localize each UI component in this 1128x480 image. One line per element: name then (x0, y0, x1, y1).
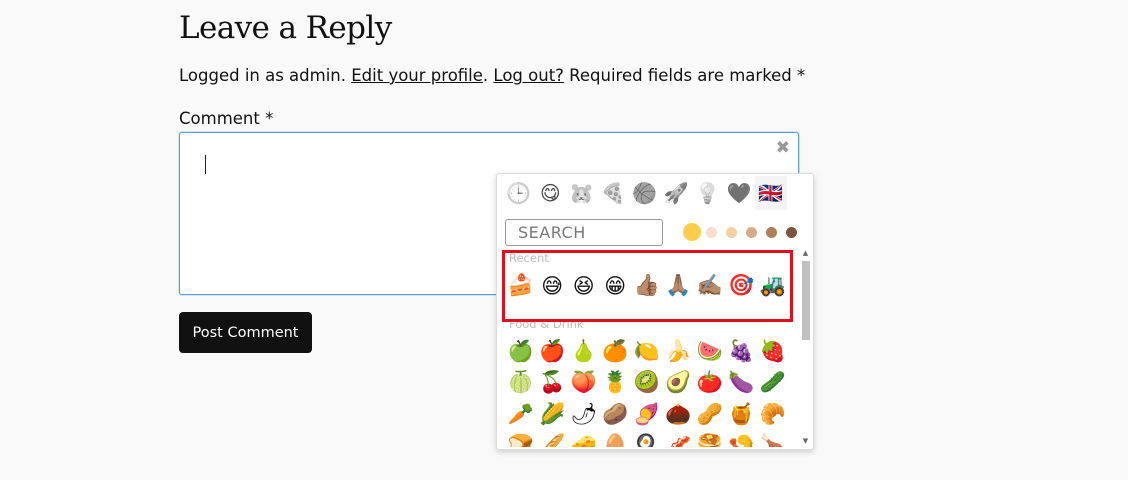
recent-section-label: Recent (509, 251, 549, 265)
emoji-item[interactable]: 🍓 (757, 336, 789, 368)
separator-text: . (482, 66, 494, 85)
emoji-item[interactable]: 🍈 (505, 367, 537, 399)
emoji-scrollbar[interactable]: ▲ ▼ (801, 249, 810, 445)
emoji-item[interactable]: 🍏 (505, 336, 537, 368)
food-emoji-grid: 🍏 🍎 🍐 🍊 🍋 🍌 🍉 🍇 🍓 🍈 🍒 🍑 🍍 🥝 🥑 🍅 🍆 🥒 🥕 🌽 🌶 🥔 🍠 🌰 🥜 🍯 🥐 🍞 🥖 🧀 🥚 🍳 🥓 🥞 🍤 🍗 (505, 336, 803, 447)
category-tab-activities-icon[interactable]: 🏀 (629, 176, 661, 210)
emoji-item[interactable]: 🥖 (537, 430, 569, 447)
emoji-item[interactable]: 🍯 (726, 399, 758, 431)
page-title: Leave a Reply (179, 10, 392, 46)
emoji-item[interactable]: 🥜 (694, 399, 726, 431)
category-tab-food-icon[interactable]: 🍕 (598, 176, 630, 210)
emoji-item[interactable]: 🍠 (631, 399, 663, 431)
emoji-item[interactable]: 🍒 (537, 367, 569, 399)
required-fields-text: Required fields are marked * (563, 66, 806, 85)
logged-in-notice: Logged in as admin. Edit your profile. L… (179, 65, 805, 87)
food-section-label: Food & Drink (509, 316, 584, 331)
emoji-item[interactable]: 🙏🏽 (663, 270, 695, 302)
emoji-item[interactable]: 🍎 (537, 336, 569, 368)
emoji-item[interactable]: 🥝 (631, 367, 663, 399)
category-tab-travel-icon[interactable]: 🚀 (661, 176, 693, 210)
emoji-item[interactable]: 👍🏽 (631, 270, 663, 302)
skin-tone-selector (683, 223, 806, 241)
emoji-item[interactable]: 🍤 (726, 430, 758, 447)
emoji-picker: 🕒😋🐹🍕🏀🚀💡🖤🇬🇧 Recent 🍰😅😆😁👍🏽🙏🏽✍🏽🎯🚜 Food & Dr… (496, 173, 814, 450)
emoji-item[interactable]: 🥚 (600, 430, 632, 447)
skin-tone-6[interactable] (786, 226, 797, 238)
emoji-item[interactable]: 🥓 (663, 430, 695, 447)
close-icon[interactable]: ✖ (776, 138, 790, 158)
emoji-item[interactable]: 🍗 (757, 430, 789, 447)
emoji-item[interactable]: 🍇 (726, 336, 758, 368)
emoji-item[interactable]: 🍌 (663, 336, 695, 368)
skin-tone-2[interactable] (706, 226, 717, 238)
category-tab-recent-icon[interactable]: 🕒 (503, 176, 535, 210)
emoji-item[interactable]: 😁 (600, 270, 632, 302)
emoji-item[interactable]: 🥞 (694, 430, 726, 447)
emoji-item[interactable]: ✍🏽 (694, 270, 726, 302)
emoji-item[interactable]: 🍳 (631, 430, 663, 447)
category-tab-smileys-icon[interactable]: 😋 (535, 176, 567, 210)
emoji-item[interactable]: 🎯 (726, 270, 758, 302)
scroll-down-arrow-icon[interactable]: ▼ (801, 437, 810, 445)
emoji-search-row (505, 219, 805, 247)
emoji-item[interactable]: 😅 (537, 270, 569, 302)
category-tab-symbols-icon[interactable]: 🖤 (724, 176, 756, 210)
emoji-item[interactable]: 🍆 (726, 367, 758, 399)
scrollbar-thumb[interactable] (802, 261, 810, 340)
emoji-item[interactable]: 🍰 (505, 270, 537, 302)
comment-label: Comment * (179, 109, 274, 128)
emoji-item[interactable]: 🍞 (505, 430, 537, 447)
recent-emoji-grid: 🍰 😅 😆 😁 👍🏽 🙏🏽 ✍🏽 🎯 🚜 (505, 270, 803, 302)
category-tab-objects-icon[interactable]: 💡 (692, 176, 724, 210)
logout-link[interactable]: Log out? (493, 66, 564, 85)
skin-tone-5[interactable] (766, 226, 777, 238)
emoji-item[interactable]: 🌶 (568, 399, 600, 431)
emoji-item[interactable]: 🧀 (568, 430, 600, 447)
emoji-item[interactable]: 🥑 (663, 367, 695, 399)
skin-tone-4[interactable] (746, 226, 757, 238)
scroll-up-arrow-icon[interactable]: ▲ (801, 249, 810, 257)
emoji-item[interactable]: 🥒 (757, 367, 789, 399)
emoji-item[interactable]: 🍉 (694, 336, 726, 368)
emoji-item[interactable]: 🌰 (663, 399, 695, 431)
emoji-item[interactable]: 🚜 (757, 270, 789, 302)
emoji-list: Recent 🍰 😅 😆 😁 👍🏽 🙏🏽 ✍🏽 🎯 🚜 Food & Drink 🍏 🍎 🍐 🍊 🍋 🍌 🍉… (503, 251, 803, 447)
category-tab-flags-icon[interactable]: 🇬🇧 (755, 176, 787, 210)
emoji-search-input[interactable] (505, 219, 663, 246)
emoji-item[interactable]: 🌽 (537, 399, 569, 431)
skin-tone-1[interactable] (683, 223, 701, 241)
post-comment-button[interactable]: Post Comment (179, 312, 312, 353)
emoji-item[interactable]: 🍍 (600, 367, 632, 399)
emoji-item[interactable]: 😆 (568, 270, 600, 302)
edit-profile-link[interactable]: Edit your profile (351, 66, 483, 85)
logged-in-text: Logged in as admin. (179, 66, 352, 85)
emoji-item[interactable]: 🍊 (600, 336, 632, 368)
emoji-item[interactable]: 🍋 (631, 336, 663, 368)
emoji-item[interactable]: 🥔 (600, 399, 632, 431)
text-caret (205, 155, 206, 174)
emoji-category-tabs: 🕒 😋 🐹 🍕 🏀 🚀 💡 🖤 🇬🇧 (503, 176, 787, 210)
emoji-item[interactable]: 🍑 (568, 367, 600, 399)
emoji-item[interactable]: 🍅 (694, 367, 726, 399)
emoji-item[interactable]: 🍐 (568, 336, 600, 368)
emoji-item[interactable]: 🥕 (505, 399, 537, 431)
emoji-item[interactable]: 🥐 (757, 399, 789, 431)
category-tab-animals-icon[interactable]: 🐹 (566, 176, 598, 210)
skin-tone-3[interactable] (726, 226, 737, 238)
